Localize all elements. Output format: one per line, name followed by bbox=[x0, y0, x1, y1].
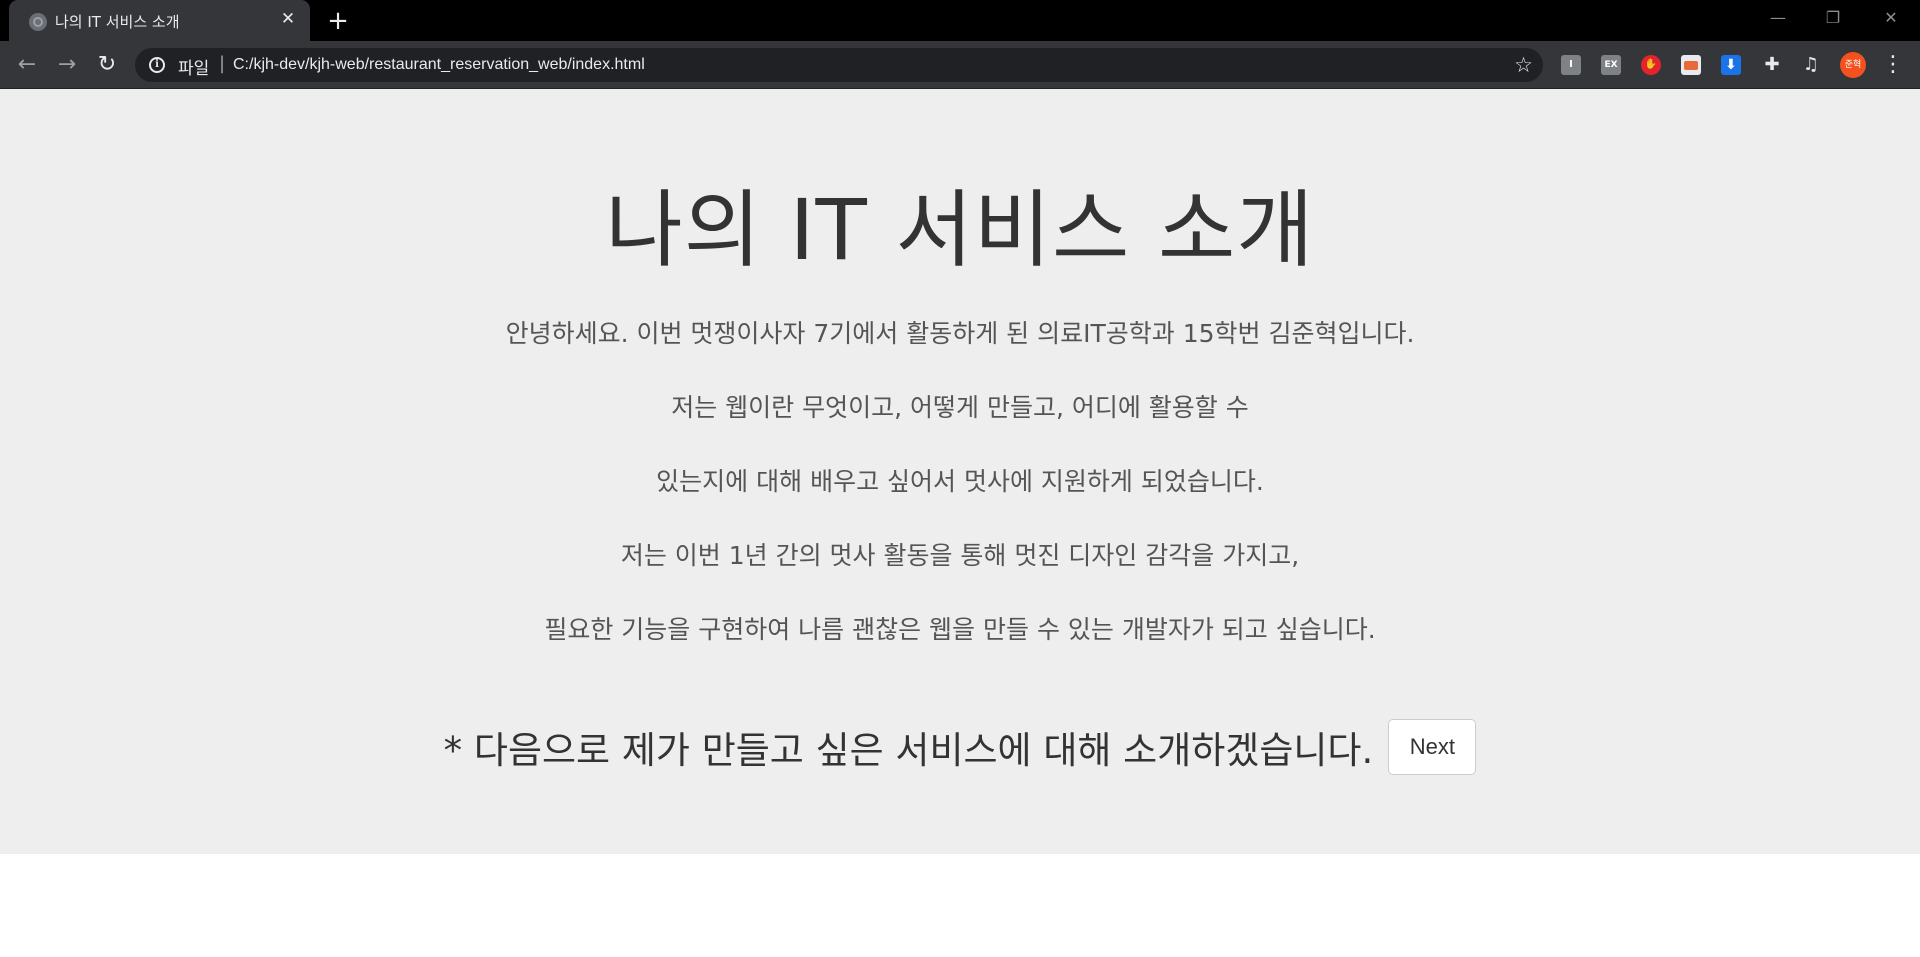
media-playlist-icon[interactable]: ♫ bbox=[1801, 55, 1821, 75]
reload-icon[interactable]: ↻ bbox=[91, 49, 123, 81]
intro-line: 저는 웹이란 무엇이고, 어떻게 만들고, 어디에 활용할 수 bbox=[671, 393, 1249, 422]
intro-text: 안녕하세요. 이번 멋쟁이사자 7기에서 활동하게 된 의료IT공학과 15학번… bbox=[0, 319, 1920, 689]
forward-arrow-icon[interactable]: → bbox=[51, 49, 83, 81]
download-icon[interactable]: ⬇ bbox=[1721, 55, 1741, 75]
intro-line: 저는 이번 1년 간의 멋사 활동을 통해 멋진 디자인 감각을 가지고, bbox=[620, 541, 1300, 570]
address-bar[interactable]: i 파일 | C:/kjh-dev/kjh-web/restaurant_res… bbox=[135, 48, 1543, 82]
avatar[interactable]: 준혁 bbox=[1840, 52, 1866, 78]
extension-ex-icon[interactable]: EX bbox=[1601, 55, 1621, 75]
puzzle-extensions-icon[interactable]: ✚ bbox=[1762, 55, 1782, 75]
scheme-label: 파일 bbox=[178, 59, 210, 79]
page-title: 나의 IT 서비스 소개 bbox=[605, 181, 1315, 279]
bookmark-star-icon[interactable]: ☆ bbox=[1514, 53, 1533, 77]
close-tab-icon[interactable]: ✕ bbox=[278, 9, 298, 29]
new-tab-button[interactable]: + bbox=[323, 6, 353, 36]
cta-text: * 다음으로 제가 만들고 싶은 서비스에 대해 소개하겠습니다. bbox=[443, 729, 1374, 772]
back-arrow-icon[interactable]: ← bbox=[11, 49, 43, 81]
browser-toolbar: ← → ↻ i 파일 | C:/kjh-dev/kjh-web/restaura… bbox=[0, 41, 1920, 89]
tab-title: 나의 IT 서비스 소개 bbox=[55, 13, 180, 31]
globe-icon bbox=[29, 13, 47, 31]
adblock-hand-icon[interactable]: ✋ bbox=[1641, 55, 1661, 75]
url-text[interactable]: C:/kjh-dev/kjh-web/restaurant_reservatio… bbox=[233, 56, 645, 74]
intro-line: 필요한 기능을 구현하여 나름 괜찮은 웹을 만들 수 있는 개발자가 되고 싶… bbox=[544, 615, 1376, 644]
next-button[interactable]: Next bbox=[1388, 719, 1477, 775]
browser-tab[interactable]: 나의 IT 서비스 소개 ✕ bbox=[9, 0, 310, 41]
minimize-button[interactable]: — bbox=[1758, 6, 1798, 30]
kebab-menu-icon[interactable]: ⋮ bbox=[1882, 52, 1904, 78]
extension-window-icon[interactable] bbox=[1681, 55, 1701, 75]
cta-row: * 다음으로 제가 만들고 싶은 서비스에 대해 소개하겠습니다. Next bbox=[0, 719, 1920, 775]
close-window-button[interactable]: ✕ bbox=[1871, 6, 1911, 30]
intro-line: 안녕하세요. 이번 멋쟁이사자 7기에서 활동하게 된 의료IT공학과 15학번… bbox=[505, 319, 1415, 348]
restore-button[interactable]: ❐ bbox=[1813, 6, 1853, 30]
info-icon[interactable]: i bbox=[149, 57, 165, 73]
url-separator: | bbox=[219, 53, 226, 74]
intro-section: 나의 IT 서비스 소개 안녕하세요. 이번 멋쟁이사자 7기에서 활동하게 된… bbox=[0, 89, 1920, 854]
intro-line: 있는지에 대해 배우고 싶어서 멋사에 지원하게 되었습니다. bbox=[656, 467, 1264, 496]
extension-i-icon[interactable]: I bbox=[1561, 55, 1581, 75]
browser-titlebar: 나의 IT 서비스 소개 ✕ + — ❐ ✕ bbox=[0, 0, 1920, 41]
